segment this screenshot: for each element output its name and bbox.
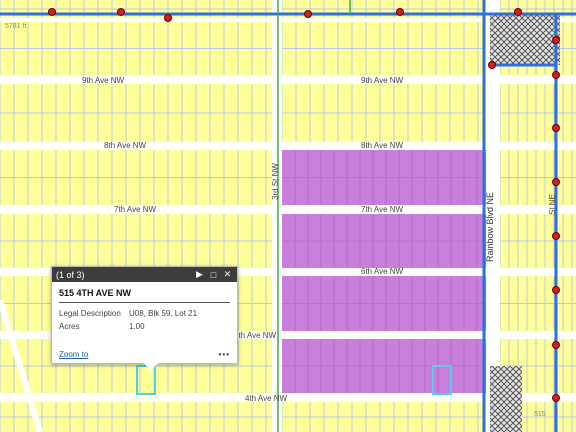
street-label-5th-ave: 5th Ave NW	[234, 331, 277, 340]
street-label-7th-ave-west: 7th Ave NW	[114, 205, 157, 214]
popup-footer: Zoom to •••	[59, 350, 230, 359]
hydrant-marker	[48, 8, 56, 16]
maximize-icon[interactable]: □	[208, 269, 219, 280]
map-view[interactable]: 9th Ave NW 9th Ave NW 8th Ave NW 8th Ave…	[0, 0, 576, 432]
hydrant-marker	[552, 71, 560, 79]
attribute-label: Legal Description	[59, 309, 121, 318]
street-label-9th-ave-west: 9th Ave NW	[82, 76, 125, 85]
hydrant-marker	[552, 178, 560, 186]
hydrant-marker	[117, 8, 125, 16]
hydrant-marker	[552, 124, 560, 132]
hydrant-marker	[396, 8, 404, 16]
elevation-label-bottom-right: 515	[534, 411, 546, 418]
street-label-9th-ave-east: 9th Ave NW	[361, 76, 404, 85]
hydrant-marker	[552, 36, 560, 44]
street-label-3rd-st: 3rd St NW	[271, 163, 280, 200]
attribute-label: Acres	[59, 322, 80, 331]
street-label-7th-ave-east: 7th Ave NW	[361, 205, 404, 214]
street-3rd-road	[272, 0, 282, 432]
street-label-8th-ave-west: 8th Ave NW	[104, 141, 147, 150]
attribute-row: Legal Description U08, Blk 59, Lot 21	[59, 307, 197, 320]
next-feature-icon[interactable]: ▶	[194, 269, 205, 280]
info-popup: (1 of 3) ▶ □ ✕ 515 4TH AVE NW Legal Desc…	[51, 266, 238, 371]
hydrant-marker	[552, 286, 560, 294]
hydrant-marker	[304, 10, 312, 18]
street-label-rainbow-blvd: Rainbow Blvd NE	[485, 191, 495, 262]
street-label-4th-ave: 4th Ave NW	[245, 394, 288, 403]
hydrant-marker	[514, 8, 522, 16]
elevation-label-top-left: 5781 ft	[5, 23, 27, 30]
hydrant-marker	[552, 394, 560, 402]
hatched-area	[490, 15, 560, 65]
attribute-value: U08, Blk 59, Lot 21	[129, 309, 198, 318]
popup-titlebar: (1 of 3) ▶ □ ✕	[52, 267, 237, 282]
street-label-st-ne: St NE	[548, 194, 557, 215]
close-icon[interactable]: ✕	[222, 269, 233, 280]
popup-feature-count: (1 of 3)	[56, 269, 85, 280]
attribute-row: Acres 1.00	[59, 320, 197, 333]
street-label-6th-ave: 6th Ave NW	[361, 267, 404, 276]
street-label-8th-ave-east: 8th Ave NW	[361, 141, 404, 150]
hydrant-marker	[552, 341, 560, 349]
hydrant-marker	[164, 14, 172, 22]
zoom-to-link[interactable]: Zoom to	[59, 350, 88, 359]
popup-title: 515 4TH AVE NW	[59, 288, 230, 303]
more-actions-icon[interactable]: •••	[219, 350, 230, 359]
hydrant-marker	[552, 232, 560, 240]
hatched-area	[490, 366, 522, 432]
attribute-value: 1.00	[129, 322, 145, 331]
popup-attributes: Legal Description U08, Blk 59, Lot 21 Ac…	[59, 307, 197, 333]
popup-pointer	[144, 363, 158, 371]
hydrant-marker	[488, 61, 496, 69]
